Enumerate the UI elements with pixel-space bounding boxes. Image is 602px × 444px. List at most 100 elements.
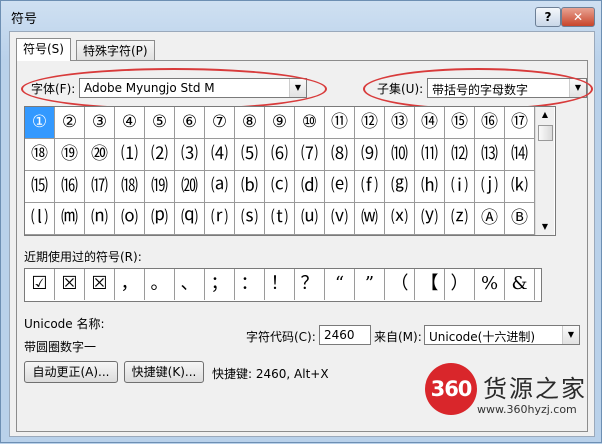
symbol-cell[interactable]: Ⓐ bbox=[475, 203, 505, 235]
symbol-cell[interactable]: ⒲ bbox=[355, 203, 385, 235]
recent-symbol-cell[interactable]: 、 bbox=[175, 269, 205, 300]
symbol-cell[interactable]: ⒵ bbox=[445, 203, 475, 235]
symbol-cell[interactable]: ⑩ bbox=[295, 107, 325, 139]
recent-symbol-cell[interactable]: & bbox=[505, 269, 535, 300]
recent-symbol-cell[interactable]: ☑ bbox=[25, 269, 55, 300]
symbol-grid-scrollbar[interactable]: ▲ ▼ bbox=[535, 107, 554, 235]
shortcut-key-button[interactable]: 快捷键(K)... bbox=[124, 361, 204, 383]
symbol-cell[interactable]: ⑻ bbox=[325, 139, 355, 171]
symbol-cell[interactable]: ⑧ bbox=[235, 107, 265, 139]
recent-symbol-cell[interactable]: ☒ bbox=[85, 269, 115, 300]
symbol-cell[interactable]: Ⓑ bbox=[505, 203, 535, 235]
charcode-input[interactable]: 2460 bbox=[319, 325, 371, 345]
chevron-down-icon[interactable]: ▼ bbox=[289, 79, 306, 97]
symbol-cell[interactable]: ⒣ bbox=[415, 171, 445, 203]
symbol-cell[interactable]: ① bbox=[25, 107, 55, 139]
symbol-cell[interactable]: ⑺ bbox=[295, 139, 325, 171]
scrollbar-thumb[interactable] bbox=[538, 125, 553, 141]
symbol-cell[interactable]: ⒥ bbox=[475, 171, 505, 203]
autocorrect-button[interactable]: 自动更正(A)... bbox=[24, 361, 118, 383]
recent-symbol-cell[interactable]: ： bbox=[235, 269, 265, 300]
symbol-cell[interactable]: ⑮ bbox=[445, 107, 475, 139]
symbol-cell[interactable]: ⑴ bbox=[115, 139, 145, 171]
tab-symbols[interactable]: 符号(S) bbox=[16, 38, 71, 61]
symbol-cell[interactable]: ⑰ bbox=[505, 107, 535, 139]
symbol-cell[interactable]: ⒂ bbox=[25, 171, 55, 203]
recent-symbol-cell[interactable]: 【 bbox=[415, 269, 445, 300]
symbol-cell[interactable]: ⑿ bbox=[445, 139, 475, 171]
chevron-down-icon[interactable]: ▼ bbox=[562, 326, 579, 344]
recent-symbol-cell[interactable]: ； bbox=[205, 269, 235, 300]
symbol-cell[interactable]: ⒦ bbox=[505, 171, 535, 203]
symbol-cell[interactable]: ⒟ bbox=[295, 171, 325, 203]
recent-symbol-cell[interactable]: 。 bbox=[145, 269, 175, 300]
symbol-cell[interactable]: ⑬ bbox=[385, 107, 415, 139]
symbol-cell[interactable]: ⒩ bbox=[85, 203, 115, 235]
recent-symbol-cell[interactable]: ” bbox=[355, 269, 385, 300]
symbol-cell[interactable]: ⑤ bbox=[145, 107, 175, 139]
symbol-cell[interactable]: ⑱ bbox=[25, 139, 55, 171]
symbol-cell[interactable]: ⒠ bbox=[325, 171, 355, 203]
symbol-cell[interactable]: ⒜ bbox=[205, 171, 235, 203]
symbol-cell[interactable]: ④ bbox=[115, 107, 145, 139]
chevron-up-icon[interactable]: ▲ bbox=[536, 107, 554, 123]
symbol-cell[interactable]: ⒬ bbox=[175, 203, 205, 235]
symbol-cell[interactable]: ⒫ bbox=[145, 203, 175, 235]
symbol-cell[interactable]: ⒝ bbox=[235, 171, 265, 203]
close-button[interactable]: ✕ bbox=[561, 7, 595, 27]
symbol-cell[interactable]: ⒞ bbox=[265, 171, 295, 203]
symbol-cell[interactable]: ⑶ bbox=[175, 139, 205, 171]
chevron-down-icon[interactable]: ▼ bbox=[536, 219, 554, 235]
symbol-cell[interactable]: ⒪ bbox=[115, 203, 145, 235]
recent-symbol-cell[interactable]: “ bbox=[325, 269, 355, 300]
symbol-cell[interactable]: ⒭ bbox=[205, 203, 235, 235]
symbol-cell[interactable]: ② bbox=[55, 107, 85, 139]
symbol-cell[interactable]: ⑸ bbox=[235, 139, 265, 171]
symbol-cell[interactable]: ⒄ bbox=[85, 171, 115, 203]
symbol-cell[interactable]: ⑯ bbox=[475, 107, 505, 139]
symbol-cell[interactable]: ⑷ bbox=[205, 139, 235, 171]
symbol-cell[interactable]: ⒀ bbox=[475, 139, 505, 171]
symbol-cell[interactable]: ⑽ bbox=[385, 139, 415, 171]
symbol-cell[interactable]: ⑦ bbox=[205, 107, 235, 139]
recent-symbol-cell[interactable]: ） bbox=[445, 269, 475, 300]
recent-symbol-cell[interactable]: ？ bbox=[295, 269, 325, 300]
recent-symbol-cell[interactable]: ！ bbox=[265, 269, 295, 300]
symbol-cell[interactable]: ⑫ bbox=[355, 107, 385, 139]
symbol-cell[interactable]: ⒆ bbox=[145, 171, 175, 203]
symbol-cell[interactable]: ⒃ bbox=[55, 171, 85, 203]
symbol-cell[interactable]: ⒳ bbox=[385, 203, 415, 235]
symbol-cell[interactable]: ③ bbox=[85, 107, 115, 139]
symbol-cell[interactable]: ⒢ bbox=[385, 171, 415, 203]
recent-symbol-cell[interactable]: % bbox=[475, 269, 505, 300]
help-button[interactable]: ? bbox=[535, 7, 561, 27]
symbol-cell[interactable]: ⒮ bbox=[235, 203, 265, 235]
tab-special-characters[interactable]: 特殊字符(P) bbox=[76, 40, 155, 60]
symbol-cell[interactable]: ⒯ bbox=[265, 203, 295, 235]
symbol-cell[interactable]: ⒁ bbox=[505, 139, 535, 171]
symbol-cell[interactable]: ⒴ bbox=[415, 203, 445, 235]
symbol-cell[interactable]: ⒤ bbox=[445, 171, 475, 203]
recent-symbol-cell[interactable]: ， bbox=[115, 269, 145, 300]
symbol-cell[interactable]: ⒧ bbox=[25, 203, 55, 235]
from-combobox[interactable]: Unicode(十六进制) ▼ bbox=[424, 325, 580, 345]
chevron-down-icon[interactable]: ▼ bbox=[569, 79, 586, 97]
symbol-cell[interactable]: ⒅ bbox=[115, 171, 145, 203]
symbol-cell[interactable]: ⑭ bbox=[415, 107, 445, 139]
symbol-cell[interactable]: ⒨ bbox=[55, 203, 85, 235]
symbol-cell[interactable]: ⑼ bbox=[355, 139, 385, 171]
symbol-cell[interactable]: ⑨ bbox=[265, 107, 295, 139]
symbol-cell[interactable]: ⑥ bbox=[175, 107, 205, 139]
symbol-cell[interactable]: ⒇ bbox=[175, 171, 205, 203]
symbol-cell[interactable]: ⒱ bbox=[325, 203, 355, 235]
symbol-cell[interactable]: ⑳ bbox=[85, 139, 115, 171]
symbol-cell[interactable]: ⑲ bbox=[55, 139, 85, 171]
symbol-cell[interactable]: ⑹ bbox=[265, 139, 295, 171]
symbol-cell[interactable]: ⑵ bbox=[145, 139, 175, 171]
symbol-cell[interactable]: ⒰ bbox=[295, 203, 325, 235]
subset-combobox[interactable]: 带括号的字母数字 ▼ bbox=[427, 78, 587, 98]
symbol-cell[interactable]: ⒡ bbox=[355, 171, 385, 203]
symbol-cell[interactable]: ⑪ bbox=[325, 107, 355, 139]
symbol-cell[interactable]: ⑾ bbox=[415, 139, 445, 171]
recent-symbol-cell[interactable]: ☒ bbox=[55, 269, 85, 300]
